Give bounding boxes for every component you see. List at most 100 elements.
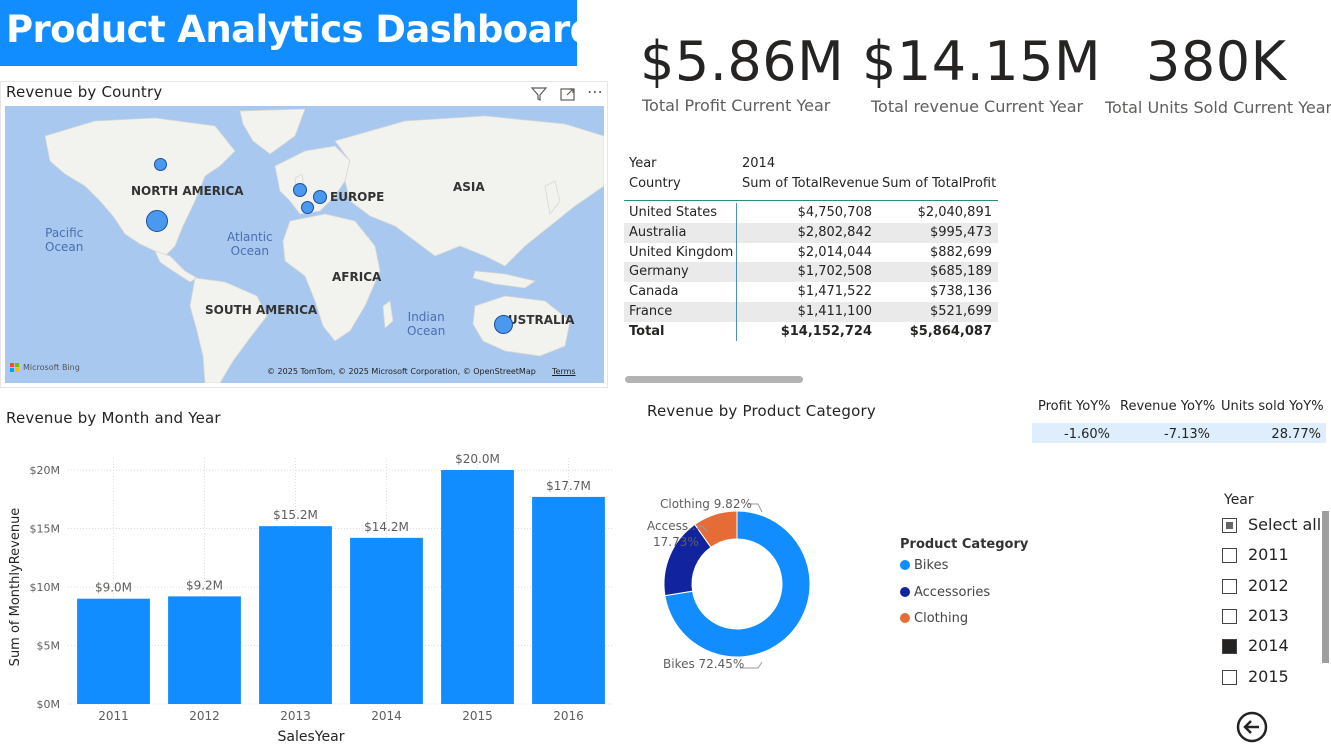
checkbox[interactable]	[1222, 548, 1237, 564]
map-bubble-germany[interactable]	[313, 190, 327, 204]
continent-label: ASIA	[453, 180, 485, 194]
matrix-header-divider	[624, 200, 998, 201]
matrix-total-profit[interactable]: $5,864,087	[910, 324, 992, 339]
x-tick-label: 2012	[189, 709, 220, 723]
matrix-cell-country[interactable]: Canada	[629, 284, 678, 299]
matrix-cell-country[interactable]: Germany	[629, 264, 689, 279]
yoy-table[interactable]: Profit YoY% Revenue YoY% Units sold YoY%…	[1032, 395, 1326, 445]
matrix-cell-profit[interactable]: $521,699	[930, 304, 992, 319]
checkbox[interactable]	[1222, 639, 1237, 655]
slicer-item-label: 2013	[1248, 605, 1289, 625]
matrix-cell-profit[interactable]: $995,473	[930, 225, 992, 240]
x-tick-label: 2016	[553, 709, 584, 723]
ocean-label: Pacific Ocean	[45, 226, 84, 254]
microsoft-logo	[10, 363, 20, 373]
matrix-year-header: Year	[629, 156, 657, 171]
dashboard-title-bar: Product Analytics Dashboard	[0, 0, 596, 66]
bar-2014[interactable]	[350, 537, 423, 704]
kpi-revenue-value: $14.15M	[862, 30, 1102, 93]
matrix-cell-country[interactable]: France	[629, 304, 672, 319]
bar-2016[interactable]	[532, 496, 605, 704]
revenue-by-category-donut-chart[interactable]: Bikes 72.45% Access... 17.73% Clothing 9.82…	[640, 490, 900, 680]
matrix-horizontal-scrollbar[interactable]	[625, 376, 803, 383]
y-tick-label: $10M	[30, 581, 61, 594]
continent-label: EUROPE	[330, 190, 385, 204]
matrix-cell-revenue[interactable]: $2,014,044	[798, 245, 872, 260]
slicer-scrollbar[interactable]	[1322, 511, 1329, 663]
matrix-cell-revenue[interactable]: $2,802,842	[798, 225, 872, 240]
map-terms-link[interactable]: Terms	[552, 367, 576, 376]
focus-mode-icon[interactable]	[559, 86, 577, 102]
continent-label: NORTH AMERICA	[131, 184, 244, 198]
bar-data-label: $17.7M	[546, 479, 591, 493]
back-arrow-icon[interactable]	[1236, 711, 1268, 743]
x-tick-label: 2014	[371, 709, 402, 723]
matrix-cell-revenue[interactable]: $1,471,522	[798, 284, 872, 299]
legend-item-bikes[interactable]: Bikes	[900, 558, 948, 576]
bar-data-label: $20.0M	[455, 452, 500, 466]
map-title: Revenue by Country	[6, 83, 163, 101]
bar-2015[interactable]	[441, 470, 514, 704]
kpi-units-label: Total Units Sold Current Year	[1105, 98, 1331, 117]
map-copyright[interactable]: © 2025 TomTom, © 2025 Microsoft Corporat…	[267, 367, 536, 376]
y-tick-label: $15M	[30, 523, 61, 536]
legend-marker	[900, 613, 910, 623]
world-map-land	[44, 108, 604, 383]
bar-data-label: $14.2M	[364, 520, 409, 534]
matrix-cell-country[interactable]: Australia	[629, 225, 687, 240]
map-bubble-canada[interactable]	[154, 158, 167, 171]
bar-2013[interactable]	[259, 526, 332, 704]
matrix-cell-country[interactable]: United States	[629, 205, 717, 220]
matrix-cell-revenue[interactable]: $1,702,508	[798, 264, 872, 279]
yoy-revenue-header: Revenue YoY%	[1120, 399, 1216, 414]
bar-2011[interactable]	[77, 598, 150, 704]
matrix-total-revenue[interactable]: $14,152,724	[781, 324, 872, 339]
bar-data-label: $9.0M	[95, 581, 132, 595]
matrix-total-country[interactable]: Total	[629, 324, 665, 339]
more-options-icon[interactable]: ⋯	[587, 82, 603, 101]
matrix-cell-country[interactable]: United Kingdom	[629, 245, 733, 260]
donut-label-accessories-pct: 17.73%	[653, 535, 699, 549]
legend-marker	[900, 586, 910, 597]
legend-item-accessories[interactable]: Accessories	[900, 585, 990, 603]
filter-icon[interactable]	[530, 86, 548, 102]
x-axis-title: SalesYear	[278, 729, 345, 745]
matrix-cell-revenue[interactable]: $4,750,708	[798, 205, 872, 220]
checkbox[interactable]	[1222, 578, 1237, 594]
year-slicer[interactable]: Select all 2011 2012 2013 2014 2015	[1222, 515, 1330, 715]
matrix-cell-profit[interactable]: $685,189	[930, 264, 992, 279]
kpi-units-value: 380K	[1146, 30, 1287, 93]
map-bubble-united-states[interactable]	[146, 210, 168, 232]
checkbox[interactable]	[1222, 608, 1237, 624]
legend-label: Accessories	[914, 584, 991, 600]
matrix-cell-profit[interactable]: $882,699	[930, 245, 992, 260]
bar-2012[interactable]	[168, 596, 241, 704]
yoy-profit-header: Profit YoY%	[1038, 399, 1111, 414]
checkbox[interactable]	[1222, 669, 1237, 685]
y-tick-label: $0M	[37, 698, 61, 711]
map-visual[interactable]: NORTH AMERICA EUROPE ASIA AFRICA SOUTH A…	[5, 106, 604, 383]
x-tick-label: 2013	[280, 709, 311, 723]
matrix-cell-revenue[interactable]: $1,411,100	[798, 304, 872, 319]
ocean-label: Indian Ocean	[407, 310, 446, 338]
y-axis-title: Sum of MonthlyRevenue	[8, 508, 23, 667]
x-tick-label: 2011	[98, 709, 129, 723]
map-bubble-australia[interactable]	[494, 315, 513, 334]
donut-label-bikes: Bikes 72.45%	[663, 657, 744, 671]
revenue-by-year-bar-chart[interactable]: $0M $5M $10M $15M $20M $9.0M 2011 $9.2M 2012 $15.…	[0, 430, 620, 748]
kpi-profit-label: Total Profit Current Year	[642, 96, 831, 115]
matrix-profit-header[interactable]: Sum of TotalProfit	[882, 176, 996, 191]
year-slicer-title: Year	[1224, 492, 1254, 508]
donut-label-accessories: Access...	[647, 519, 700, 533]
yoy-revenue-value: -7.13%	[1164, 427, 1210, 442]
matrix-cell-profit[interactable]: $738,136	[930, 284, 992, 299]
matrix-year-value: 2014	[742, 156, 776, 171]
map-bubble-united-kingdom[interactable]	[293, 183, 307, 197]
legend-item-clothing[interactable]: Clothing	[900, 611, 968, 629]
checkbox[interactable]	[1222, 518, 1237, 533]
matrix-revenue-header[interactable]: Sum of TotalRevenue	[742, 176, 879, 191]
matrix-cell-profit[interactable]: $2,040,891	[918, 205, 992, 220]
slicer-item-label: 2015	[1248, 666, 1289, 686]
bar-data-label: $9.2M	[186, 578, 223, 592]
map-bubble-france[interactable]	[301, 201, 314, 214]
